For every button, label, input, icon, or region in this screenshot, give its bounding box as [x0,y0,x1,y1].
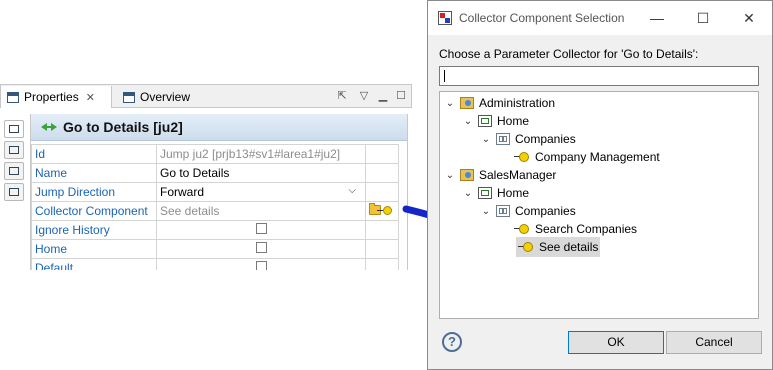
overview-icon [123,91,135,103]
minimize-icon[interactable]: ▁ [376,89,390,103]
vtab-general[interactable] [4,120,24,138]
project-folder-icon [460,97,474,109]
tab-overview-label: Overview [140,90,191,104]
chevron-down-icon[interactable]: ⌄ [480,134,492,145]
property-header: Go to Details [ju2] [31,114,407,141]
table-row: Default [31,258,399,270]
vtab-display[interactable] [4,141,24,159]
tree-node-label: Companies [515,132,576,146]
chevron-down-icon[interactable]: ⌄ [444,170,456,181]
chevron-down-icon[interactable]: ⌄ [480,206,492,217]
tree-node-see-details[interactable]: See details [516,237,601,257]
dialog-prompt: Choose a Parameter Collector for 'Go to … [439,47,699,61]
collector-component-field[interactable]: See details [156,201,366,221]
help-icon[interactable]: ? [442,332,462,352]
tree-node-label: See details [539,240,599,254]
project-folder-icon [460,169,474,181]
jump-direction-select[interactable]: Forward ⌵ [156,182,366,202]
property-key: Jump Direction [31,182,157,202]
filter-input[interactable] [439,66,759,86]
property-value: Jump ju2 [prjb13#sv1#larea1#ju2] [156,144,366,164]
table-row: Home [31,239,399,259]
vtab-comments[interactable] [4,162,24,180]
ok-button[interactable]: OK [568,331,664,354]
ignore-history-checkbox[interactable] [255,223,267,234]
tree-node-label: Company Management [535,150,660,164]
tree-node-search-companies[interactable]: Search Companies [514,220,637,238]
tree-node-administration[interactable]: ⌄ Administration [444,94,555,112]
view-menu-icon[interactable]: ▽ [357,89,371,103]
home-icon [478,187,492,199]
table-row: Name Go to Details [31,163,399,183]
tree-node-label: Search Companies [535,222,638,236]
tab-properties[interactable]: Properties ✕ [1,86,112,108]
tab-properties-label: Properties [24,90,79,104]
tree-node-companies[interactable]: ⌄ Companies [480,202,576,220]
properties-icon [7,91,19,103]
tree-node-home[interactable]: ⌄ Home [462,184,529,202]
area-icon [496,205,510,217]
tree-node-company-management[interactable]: Company Management [514,148,660,166]
vtab-code[interactable] [4,183,24,201]
dialog-title: Collector Component Selection [459,11,625,25]
maximize-icon[interactable]: ☐ [394,89,408,103]
property-key: Ignore History [31,220,157,240]
home-icon [478,115,492,127]
property-key: Default [31,258,157,270]
app-icon [438,11,452,25]
select-collector-button[interactable] [367,203,398,220]
collector-icon [377,206,392,215]
close-icon[interactable]: ✕ [86,91,95,104]
jump-direction-value: Forward [160,185,205,199]
property-table: Id Jump ju2 [prjb13#sv1#larea1#ju2] Name… [31,144,399,270]
tree-node-home[interactable]: ⌄ Home [462,112,529,130]
chevron-down-icon[interactable]: ⌄ [462,188,474,199]
window-close-button[interactable]: ✕ [726,1,772,35]
home-checkbox[interactable] [255,242,267,253]
collector-icon [514,223,530,235]
properties-view: Properties ✕ Overview ⇱ ▽ ▁ ☐ Go to Deta… [0,84,412,274]
window-maximize-button[interactable]: ☐ [680,1,726,35]
default-checkbox[interactable] [255,261,267,270]
property-key: Id [31,144,157,164]
comment-icon [9,167,19,175]
collector-selection-dialog: Collector Component Selection — ☐ ✕ Choo… [427,0,773,370]
code-icon [9,188,19,196]
tree-node-companies[interactable]: ⌄ Companies [480,130,576,148]
pin-icon[interactable]: ⇱ [335,89,349,103]
view-tab-bar: Properties ✕ Overview ⇱ ▽ ▁ ☐ [0,84,412,108]
tree-node-label: Home [497,186,530,200]
vertical-tabs [4,120,26,270]
jump-icon [41,122,57,132]
property-key: Collector Component [31,201,157,221]
text-caret [444,70,445,82]
property-key: Name [31,163,157,183]
tab-overview[interactable]: Overview [117,86,197,108]
chevron-down-icon[interactable]: ⌄ [462,116,474,127]
name-field[interactable]: Go to Details [156,163,366,183]
table-row: Jump Direction Forward ⌵ [31,182,399,202]
property-sheet: Go to Details [ju2] Id Jump ju2 [prjb13#… [30,114,408,270]
property-key: Home [31,239,157,259]
window-minimize-button[interactable]: — [634,1,680,35]
chevron-down-icon[interactable]: ⌵ [348,185,356,196]
collector-icon [518,241,534,253]
table-row: Ignore History [31,220,399,240]
cancel-button[interactable]: Cancel [666,331,762,354]
monitor-icon [9,146,19,154]
tree-node-label: SalesManager [479,168,557,182]
tree-node-label: Home [497,114,530,128]
table-row: Collector Component See details [31,201,399,221]
page-title: Go to Details [ju2] [63,119,183,135]
grid-icon [9,125,19,133]
tree-node-salesmanager[interactable]: ⌄ SalesManager [444,166,557,184]
area-icon [496,133,510,145]
collector-icon [514,151,530,163]
chevron-down-icon[interactable]: ⌄ [444,98,456,109]
table-row: Id Jump ju2 [prjb13#sv1#larea1#ju2] [31,144,399,164]
collector-tree[interactable]: ⌄ Administration ⌄ Home ⌄ Companies Comp… [439,91,759,319]
tree-node-label: Companies [515,204,576,218]
tree-node-label: Administration [479,96,556,110]
